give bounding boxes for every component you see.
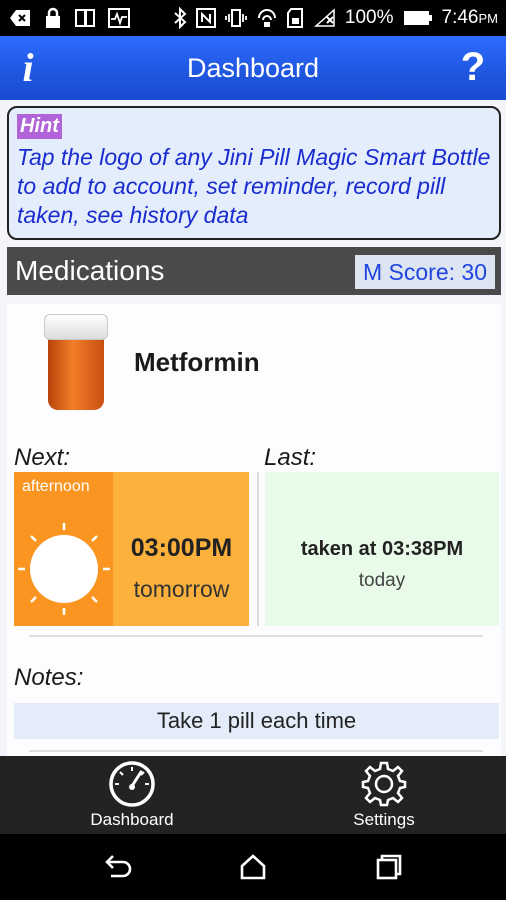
clock-time: 7:46PM: [441, 7, 498, 28]
status-bar: 100% 7:46PM: [0, 0, 506, 36]
pulse-icon: [108, 8, 130, 28]
battery-icon: [403, 11, 432, 25]
tab-dashboard[interactable]: Dashboard: [57, 756, 207, 834]
navigation-bar: [0, 834, 506, 900]
divider: [257, 472, 259, 626]
hint-text: Tap the logo of any Jini Pill Magic Smar…: [17, 144, 491, 228]
recent-apps-icon[interactable]: [372, 850, 406, 884]
vibrate-icon: [225, 9, 247, 27]
last-dose-panel[interactable]: taken at 03:38PM today: [265, 472, 499, 626]
bottom-tab-bar: Dashboard Settings: [0, 756, 506, 834]
gauge-icon: [109, 761, 155, 807]
divider: [29, 750, 483, 752]
next-dose-day: tomorrow: [133, 576, 230, 602]
pill-bottle-icon[interactable]: [44, 314, 108, 410]
time-of-day-panel: afternoon: [14, 472, 113, 626]
info-button[interactable]: i: [14, 46, 42, 90]
hint-panel[interactable]: Hint Tap the logo of any Jini Pill Magic…: [7, 106, 501, 240]
next-dose-panel[interactable]: afternoon 03:00PM tomorrow: [14, 472, 249, 626]
gear-icon: [361, 761, 407, 807]
tab-settings[interactable]: Settings: [309, 756, 459, 834]
notes-label: Notes:: [14, 664, 84, 691]
bluetooth-icon: [174, 7, 187, 29]
last-dose-time: taken at 03:38PM: [300, 538, 464, 560]
sd-card-icon: [286, 8, 303, 28]
medications-title: Medications: [15, 255, 165, 286]
notes-text[interactable]: Take 1 pill each time: [14, 703, 499, 739]
page-title: Dashboard: [186, 52, 320, 83]
m-score-badge[interactable]: M Score: 30: [355, 255, 495, 289]
divider: [29, 635, 483, 637]
hint-badge: Hint: [17, 114, 62, 139]
lock-icon: [46, 7, 60, 28]
nfc-icon: [195, 8, 216, 28]
help-button[interactable]: ?: [458, 44, 488, 90]
app-screen: 100% 7:46PM i Dashboard ? Hint Tap the l…: [0, 0, 506, 900]
next-label: Next:: [14, 444, 71, 471]
app-bar: i Dashboard ?: [0, 36, 506, 100]
tab-label: Dashboard: [90, 810, 174, 829]
medication-name: Metformin: [134, 347, 260, 377]
medication-card[interactable]: Metformin Next: Last: afternoon 03:00PM …: [7, 304, 501, 756]
next-dose-time: 03:00PM: [130, 534, 233, 562]
back-icon[interactable]: [101, 850, 135, 884]
hotspot-icon: [257, 9, 276, 27]
last-label: Last:: [264, 444, 317, 471]
medications-header: Medications M Score: 30: [7, 247, 501, 295]
battery-percent: 100%: [344, 7, 394, 28]
tab-label: Settings: [353, 810, 415, 829]
home-icon[interactable]: [236, 850, 270, 884]
back-key-icon: [10, 10, 30, 26]
last-dose-day: today: [358, 570, 406, 591]
sun-icon: [18, 523, 110, 615]
no-signal-icon: [313, 8, 335, 27]
screen-icon: [75, 9, 95, 27]
